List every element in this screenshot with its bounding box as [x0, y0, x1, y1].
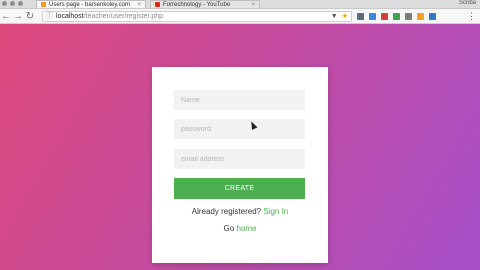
- bookmark-star-icon[interactable]: ★: [342, 12, 348, 20]
- address-bar[interactable]: ⓘ localhost /teacher/user/register.php ▼…: [42, 10, 352, 22]
- site-favicon-icon: [41, 2, 46, 7]
- email-field[interactable]: [174, 149, 305, 169]
- browser-toolbar: ← → ↻ ⓘ localhost /teacher/user/register…: [0, 9, 480, 24]
- reload-icon[interactable]: ↻: [24, 11, 36, 22]
- browser-tab-active[interactable]: Users page - barsenkoley.com ×: [36, 0, 146, 8]
- filter-icon[interactable]: ▼: [331, 13, 338, 20]
- password-field[interactable]: [174, 119, 305, 139]
- tab-title: Users page - barsenkoley.com: [49, 1, 130, 8]
- extension-icon[interactable]: [393, 12, 400, 20]
- extension-icon[interactable]: [369, 12, 376, 20]
- name-field[interactable]: [174, 90, 305, 110]
- window-controls: [2, 1, 23, 6]
- close-icon[interactable]: ×: [137, 2, 141, 8]
- register-form-card: CREATE Already registered? Sign In Go ho…: [152, 67, 328, 263]
- extension-pdf-icon[interactable]: [381, 12, 388, 20]
- go-text: Go: [223, 224, 235, 233]
- menu-icon[interactable]: ⋮: [467, 11, 476, 22]
- create-button[interactable]: CREATE: [174, 178, 305, 199]
- url-host: localhost: [56, 12, 84, 20]
- extension-layers-icon[interactable]: [357, 12, 364, 20]
- window-minimize-icon[interactable]: [10, 1, 15, 6]
- window-close-icon[interactable]: [2, 1, 7, 6]
- tab-title: Forrechnology - YouTube: [163, 1, 231, 8]
- extension-icon[interactable]: [417, 12, 424, 20]
- signin-message: Already registered? Sign In: [152, 207, 328, 216]
- back-arrow-icon[interactable]: ←: [0, 11, 12, 22]
- forward-arrow-icon[interactable]: →: [12, 11, 24, 22]
- home-link[interactable]: home: [236, 224, 256, 233]
- page-info-icon[interactable]: ⓘ: [46, 11, 53, 21]
- registered-text: Already registered?: [191, 207, 262, 216]
- browser-tab-strip: Users page - barsenkoley.com × Forrechno…: [0, 0, 480, 9]
- signin-link[interactable]: Sign In: [263, 207, 288, 216]
- youtube-icon: [155, 2, 160, 7]
- close-icon[interactable]: ×: [251, 2, 255, 8]
- window-maximize-icon[interactable]: [18, 1, 23, 6]
- extension-icon[interactable]: [429, 12, 436, 20]
- browser-tab-youtube[interactable]: Forrechnology - YouTube ×: [150, 0, 260, 8]
- profile-label[interactable]: Scriba: [459, 0, 476, 6]
- url-path: /teacher/user/register.php: [83, 12, 164, 20]
- extension-icon[interactable]: [405, 12, 412, 20]
- home-message: Go home: [152, 224, 328, 233]
